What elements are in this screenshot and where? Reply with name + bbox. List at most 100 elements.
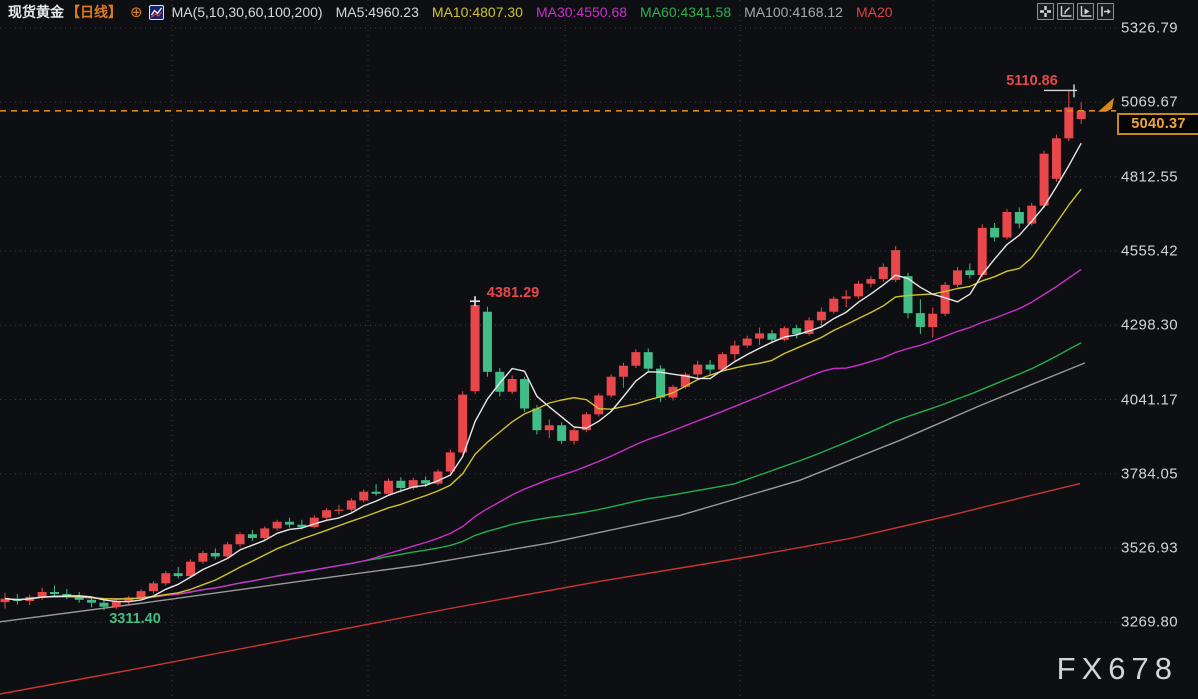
ma-legend-item: MA30:4550.68 <box>535 4 628 20</box>
peak-price-label: 4381.29 <box>486 285 540 301</box>
candle-body <box>742 338 752 346</box>
candle-body <box>198 552 208 562</box>
candle-body <box>445 452 455 472</box>
chart-window: 现货黄金 【日线】 ⊕ MA(5,10,30,60,100,200) MA5:49… <box>0 0 1198 699</box>
auto-scroll-button[interactable] <box>1077 3 1094 20</box>
symbol-title: 现货黄金 <box>8 4 64 20</box>
ma-legend-item: MA100:4168.12 <box>744 4 843 20</box>
candle-body <box>816 311 826 321</box>
candle-body <box>396 480 406 488</box>
high-price-label: 5110.86 <box>1006 73 1058 89</box>
candle-body <box>346 500 356 510</box>
candle-body <box>1076 110 1086 119</box>
watermark: FX678 <box>1056 651 1178 686</box>
candle-body <box>569 430 579 441</box>
candle-body <box>1051 138 1061 179</box>
low-price-label: 3311.40 <box>109 611 161 627</box>
candle-body <box>507 379 517 392</box>
candle-body <box>544 425 554 431</box>
candle-body <box>730 345 740 355</box>
candle-body <box>359 491 369 501</box>
timeframe-label: 【日线】 <box>66 4 122 20</box>
candle-body <box>606 376 616 396</box>
candle-body <box>792 328 802 334</box>
ma5-line <box>4 142 1082 603</box>
candle-body <box>210 552 220 557</box>
candle-body <box>49 592 59 595</box>
ma-legend: MA(5,10,30,60,100,200) MA5:4960.23 MA10:48… <box>172 4 906 20</box>
candle-body <box>767 333 777 340</box>
candle-body <box>247 534 257 538</box>
jump-to-latest-icon <box>1101 6 1111 17</box>
candle-body <box>186 561 196 577</box>
ma200-line <box>0 482 1081 695</box>
candle-body <box>532 408 542 431</box>
ma-legend-item: MA20 <box>855 4 893 20</box>
candle-body <box>458 394 468 453</box>
candle-body <box>148 583 158 592</box>
chart-toolbar <box>1037 3 1114 20</box>
candle-body <box>977 227 987 276</box>
ma-legend-item: MA(5,10,30,60,100,200) <box>171 4 323 20</box>
ma-legend-item: MA10:4807.30 <box>431 4 523 20</box>
candle-body <box>643 352 653 369</box>
candle-body <box>1002 212 1012 238</box>
candle-body <box>990 227 1000 238</box>
candle-body <box>1039 153 1049 206</box>
candle-body <box>260 528 270 538</box>
candle-body <box>322 510 332 518</box>
candle-body <box>928 313 938 328</box>
last-price-value: 5040.37 <box>1131 115 1186 132</box>
candle-body <box>136 591 146 598</box>
candle-body <box>693 364 703 375</box>
candle-body <box>965 270 975 276</box>
candle-body <box>334 509 344 511</box>
candle-body <box>594 395 604 415</box>
fit-chart-button[interactable] <box>1057 3 1074 20</box>
candle-body <box>705 364 715 370</box>
chart-canvas[interactable] <box>0 0 1198 699</box>
candle-body <box>915 313 925 328</box>
candle-body <box>495 371 505 392</box>
candle-body <box>866 279 876 284</box>
candle-body <box>829 298 839 312</box>
kline-chart-icon <box>148 4 164 20</box>
crosshair-icon <box>1040 6 1051 17</box>
candle-body <box>841 296 851 299</box>
last-price-label: 5040.37 <box>1117 112 1198 135</box>
candle-body <box>383 480 393 494</box>
candle-body <box>619 365 628 377</box>
fit-axes-icon <box>1060 6 1072 17</box>
candle-body <box>285 521 295 525</box>
crosshair-tool-button[interactable] <box>1037 3 1054 20</box>
candle-body <box>631 352 641 366</box>
ma-legend-item: MA5:4960.23 <box>335 4 419 20</box>
circle-plus-icon[interactable]: ⊕ <box>130 3 143 21</box>
candle-body <box>99 602 109 607</box>
candle-body <box>470 305 480 392</box>
candle-body <box>173 573 183 577</box>
chart-header: 现货黄金 【日线】 ⊕ MA(5,10,30,60,100,200) MA5:49… <box>0 0 1198 24</box>
candle-body <box>1064 107 1074 139</box>
ma60-line <box>4 342 1082 601</box>
price-arrow-icon <box>1098 97 1114 112</box>
candle-body <box>87 599 97 603</box>
candle-body <box>272 521 282 529</box>
candle-body <box>161 573 171 584</box>
play-axis-icon <box>1080 6 1092 17</box>
candle-body <box>1014 212 1024 224</box>
candle-body <box>371 491 381 494</box>
candle-body <box>235 534 245 545</box>
candle-body <box>878 266 888 280</box>
candle-body <box>854 283 864 297</box>
ma10-line <box>4 188 1082 601</box>
candle-body <box>520 379 530 409</box>
candle-body <box>37 592 47 597</box>
candle-body <box>111 601 121 607</box>
candle-body <box>557 425 567 441</box>
ma-legend-item: MA60:4341.58 <box>640 4 732 20</box>
candle-body <box>482 311 492 372</box>
go-to-latest-button[interactable] <box>1097 3 1114 20</box>
candle-body <box>421 480 431 484</box>
candle-body <box>223 544 233 557</box>
